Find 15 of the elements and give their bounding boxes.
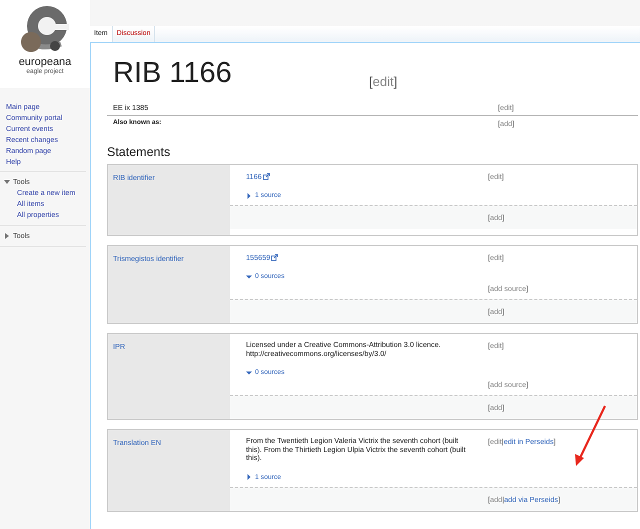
bracket: [ xyxy=(369,74,373,89)
triangle-icon xyxy=(246,474,252,480)
external-link-icon xyxy=(262,173,270,180)
triangle-icon xyxy=(4,232,10,238)
page-title: RIB 1166 xyxy=(113,57,233,89)
triangle-icon xyxy=(246,370,252,376)
section-heading: Statements xyxy=(107,145,172,159)
external-link-icon xyxy=(271,254,278,261)
bracket: ] xyxy=(394,74,398,89)
action-link[interactable]: edit xyxy=(372,74,394,89)
triangle-icon xyxy=(4,178,10,184)
annotation-arrow xyxy=(574,404,608,468)
logo-title: europeana xyxy=(18,57,72,68)
triangle-icon xyxy=(246,192,252,198)
triangle-icon xyxy=(246,274,252,280)
